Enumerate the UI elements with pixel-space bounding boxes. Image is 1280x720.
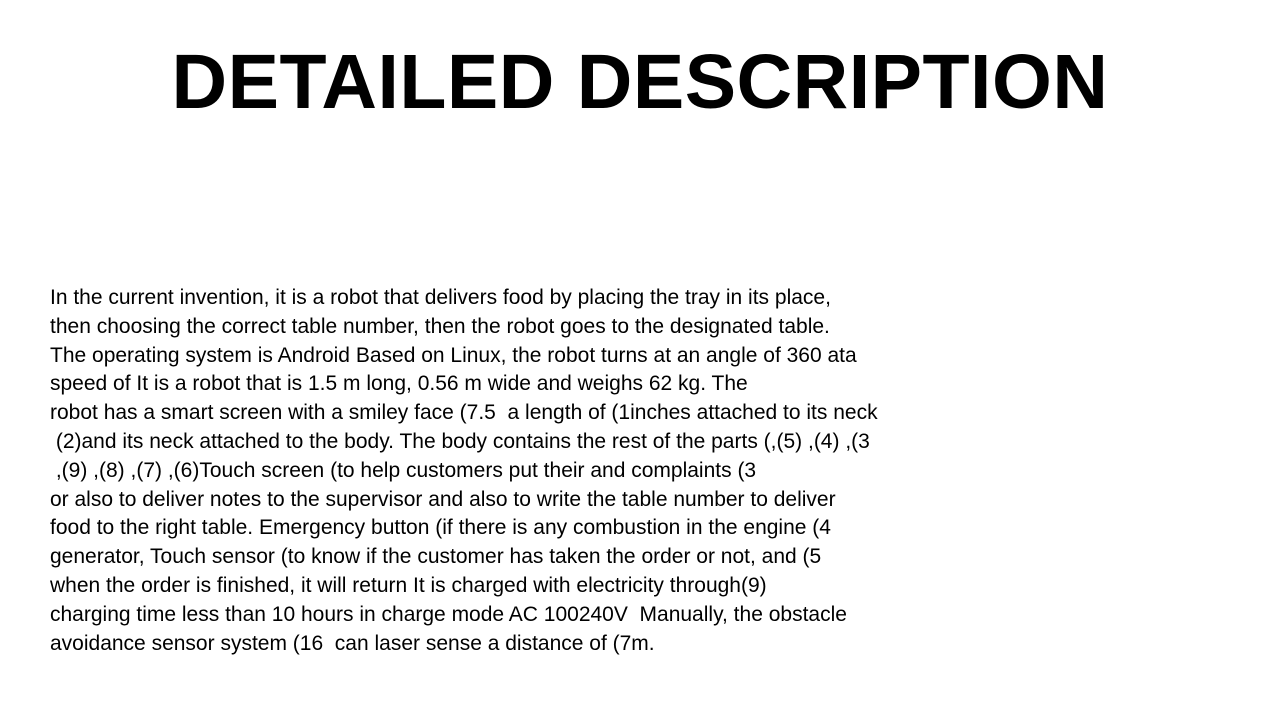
description-line: ,(9) ,(8) ,(7) ,(6)Touch screen (to help… — [50, 458, 757, 482]
description-line: then choosing the correct table number, … — [50, 314, 830, 338]
description-line: charging time less than 10 hours in char… — [50, 602, 847, 626]
description-line: (2)and its neck attached to the body. Th… — [50, 429, 870, 453]
description-line: when the order is finished, it will retu… — [50, 573, 767, 597]
description-body: In the current invention, it is a robot … — [50, 284, 1050, 658]
description-line: avoidance sensor system (16 can laser se… — [50, 631, 655, 655]
description-line: robot has a smart screen with a smiley f… — [50, 401, 878, 425]
slide: DETAILED DESCRIPTION In the current inve… — [0, 0, 1280, 720]
description-line: speed of It is a robot that is 1.5 m lon… — [50, 372, 748, 396]
description-line: or also to deliver notes to the supervis… — [50, 487, 836, 511]
description-line: The operating system is Android Based on… — [50, 343, 857, 367]
description-line: food to the right table. Emergency butto… — [50, 516, 831, 540]
slide-title: DETAILED DESCRIPTION — [171, 39, 1109, 125]
description-line: In the current invention, it is a robot … — [50, 286, 831, 309]
description-line: generator, Touch sensor (to know if the … — [50, 545, 822, 569]
